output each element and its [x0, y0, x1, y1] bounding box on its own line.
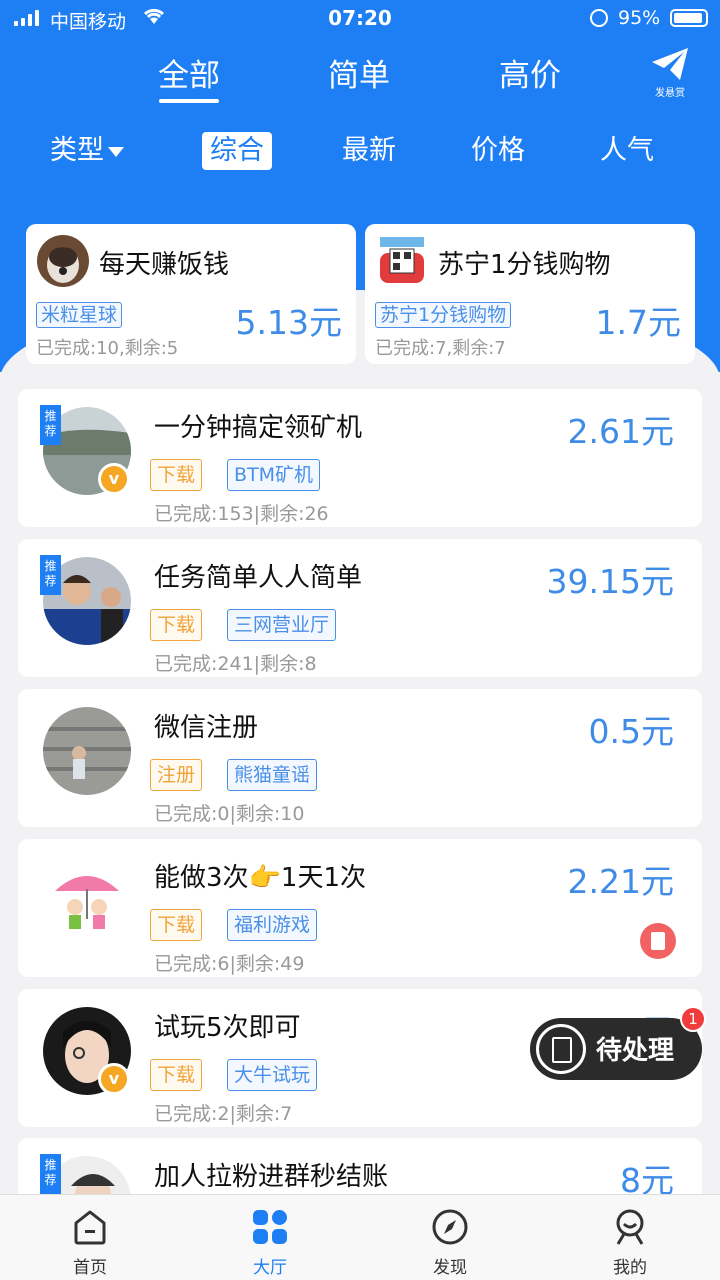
task-meta: 已完成:0|剩余:10 — [154, 803, 305, 825]
task-meta: 已完成:241|剩余:8 — [154, 653, 317, 675]
clipboard-clock-icon — [536, 1024, 586, 1074]
filter-popularity[interactable]: 人气 — [600, 132, 654, 170]
task-price: 0.5元 — [588, 712, 674, 751]
tabbar-profile-label: 我的 — [613, 1258, 647, 1278]
tab-all[interactable]: 全部 — [129, 50, 249, 103]
tabbar-hall-label: 大厅 — [253, 1258, 287, 1278]
task-app-tag: 福利游戏 — [227, 909, 318, 941]
recommended-badge: 推荐 — [40, 1154, 61, 1194]
task-type-tag: 下载 — [150, 909, 203, 941]
tabbar-discover-label: 发现 — [433, 1258, 467, 1278]
filter-latest[interactable]: 最新 — [342, 132, 396, 170]
featured-tag: 米粒星球 — [36, 302, 123, 328]
vip-badge-icon: v — [98, 463, 130, 495]
tabbar-home-label: 首页 — [73, 1258, 107, 1278]
task-meta: 已完成:6|剩余:49 — [154, 953, 305, 975]
task-app-tag: 大牛试玩 — [227, 1059, 318, 1091]
filter-comprehensive[interactable]: 综合 — [202, 132, 272, 170]
task-meta: 已完成:2|剩余:7 — [154, 1103, 293, 1125]
tabbar-discover[interactable]: 发现 — [390, 1207, 510, 1278]
recommended-badge: 推荐 — [40, 405, 61, 445]
task-title: 任务简单人人简单 — [154, 563, 363, 593]
send-bounty-label: 发悬赏 — [655, 88, 685, 99]
featured-price: 1.7元 — [595, 303, 681, 342]
filter-bar: 类型 综合 最新 价格 人气 — [0, 128, 720, 174]
featured-title: 苏宁1分钱购物 — [438, 250, 611, 280]
task-title: 加人拉粉进群秒结账 — [154, 1162, 389, 1192]
featured-meta: 已完成:10,剩余:5 — [36, 338, 179, 359]
task-title: 试玩5次即可 — [154, 1013, 301, 1043]
task-app-tag: 三网营业厅 — [227, 609, 337, 641]
featured-price: 5.13元 — [235, 303, 342, 342]
task-title: 能做3次👉1天1次 — [154, 863, 366, 893]
tabbar-hall[interactable]: 大厅 — [210, 1207, 330, 1278]
task-price: 2.21元 — [567, 862, 674, 901]
tab-high-price[interactable]: 高价 — [470, 50, 590, 95]
pending-label: 待处理 — [596, 1036, 675, 1066]
vip-badge-icon: v — [98, 1063, 130, 1095]
caret-down-icon — [108, 146, 124, 157]
red-packet-icon[interactable] — [640, 923, 676, 959]
task-type-tag: 下载 — [150, 609, 203, 641]
filter-type-label: 类型 — [50, 135, 104, 166]
task-app-tag: BTM矿机 — [227, 459, 321, 491]
send-bounty-button[interactable]: 发悬赏 — [640, 46, 700, 104]
task-app-tag: 熊猫童谣 — [227, 759, 318, 791]
featured-title: 每天赚饭钱 — [99, 250, 230, 280]
task-title: 微信注册 — [154, 713, 259, 743]
compass-icon — [432, 1209, 468, 1245]
task-price: 2.61元 — [567, 412, 674, 451]
avatar — [376, 235, 428, 287]
featured-card[interactable]: 每天赚饭钱 米粒星球 5.13元 已完成:10,剩余:5 — [26, 224, 356, 364]
tab-simple[interactable]: 简单 — [299, 50, 419, 95]
task-title: 一分钟搞定领矿机 — [154, 413, 363, 443]
grid-icon — [253, 1210, 287, 1244]
tabbar-profile[interactable]: 我的 — [570, 1207, 690, 1278]
battery-percent: 95% — [618, 7, 661, 29]
task-type-tag: 注册 — [150, 759, 203, 791]
tabbar-home[interactable]: 首页 — [30, 1207, 150, 1278]
recommended-badge: 推荐 — [40, 555, 61, 595]
top-tabs: 全部 简单 高价 — [0, 50, 720, 110]
filter-type[interactable]: 类型 — [50, 132, 124, 170]
task-card[interactable]: 微信注册 0.5元 注册 熊猫童谣 已完成:0|剩余:10 — [18, 689, 702, 827]
task-meta: 已完成:153|剩余:26 — [154, 503, 329, 525]
bottom-tab-bar: 首页 大厅 发现 我的 — [0, 1194, 720, 1280]
task-price: 39.15元 — [546, 562, 674, 601]
clock: 07:20 — [328, 6, 392, 30]
featured-card[interactable]: 苏宁1分钱购物 苏宁1分钱购物 1.7元 已完成:7,剩余:7 — [365, 224, 695, 364]
task-card[interactable]: 推荐 任务简单人人简单 39.15元 下载 三网营业厅 已完成:241|剩余:8 — [18, 539, 702, 677]
status-bar: 中国移动 07:20 95% — [0, 0, 720, 38]
task-type-tag: 下载 — [150, 459, 203, 491]
pending-count-badge: 1 — [680, 1006, 706, 1032]
avatar — [43, 857, 131, 945]
paper-plane-icon — [652, 48, 688, 80]
battery-icon — [670, 9, 708, 27]
profile-icon — [616, 1209, 644, 1245]
avatar — [43, 707, 131, 795]
task-card[interactable]: 能做3次👉1天1次 2.21元 下载 福利游戏 已完成:6|剩余:49 — [18, 839, 702, 977]
rotation-lock-icon — [590, 9, 608, 27]
featured-tag: 苏宁1分钱购物 — [375, 302, 512, 328]
filter-price[interactable]: 价格 — [471, 132, 525, 170]
task-card[interactable]: 推荐 v 一分钟搞定领矿机 2.61元 下载 BTM矿机 已完成:153|剩余:… — [18, 389, 702, 527]
home-icon — [74, 1210, 106, 1245]
task-type-tag: 下载 — [150, 1059, 203, 1091]
pending-tasks-button[interactable]: 待处理 1 — [530, 1006, 706, 1080]
avatar — [37, 235, 89, 287]
featured-meta: 已完成:7,剩余:7 — [375, 338, 506, 359]
